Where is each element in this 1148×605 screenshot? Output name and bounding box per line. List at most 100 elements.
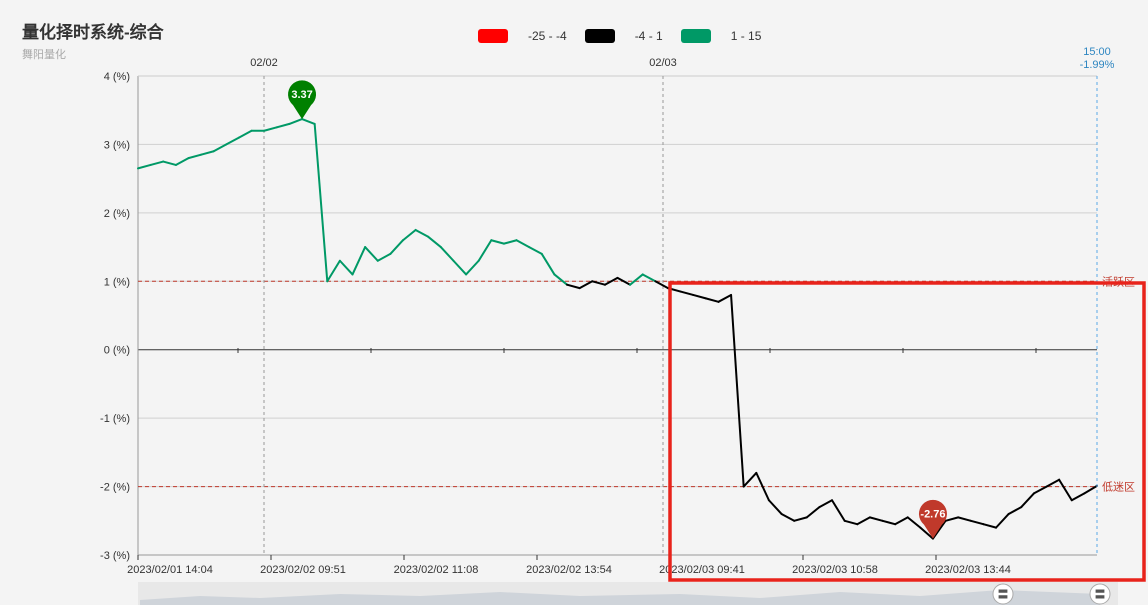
y-tick-label: 4 (%): [104, 71, 130, 83]
series-segment: [1045, 478, 1061, 488]
series-segment: [162, 160, 177, 166]
series-segment: [742, 471, 758, 488]
series-segment: [995, 512, 1010, 529]
series-segment: [313, 122, 329, 283]
series-segment: [376, 252, 392, 262]
series-segment: [906, 516, 922, 529]
series-segment: [868, 516, 884, 522]
day-marker-label: 02/02: [250, 57, 278, 69]
series-segment: [881, 519, 897, 526]
day-marker-label: 02/03: [649, 57, 677, 69]
series-segment: [389, 239, 404, 255]
x-tick-label: 2023/02/03 13:44: [925, 564, 1011, 576]
series-segment: [553, 273, 569, 286]
series-segment: [818, 499, 834, 509]
zone-lines: 活跃区低迷区: [138, 274, 1135, 494]
highlight-box: [668, 281, 1146, 582]
series-segment: [629, 273, 644, 286]
y-tick-label: 0 (%): [104, 345, 130, 357]
series-segment: [263, 126, 278, 132]
series-segment: [692, 293, 707, 300]
series-segment: [401, 228, 417, 242]
crosshair: 15:00-1.99%: [1080, 46, 1115, 555]
series-segment: [465, 259, 480, 276]
grid: [137, 75, 1097, 556]
series-segment: [1058, 478, 1073, 502]
series-segment: [225, 136, 240, 146]
extreme-markers: 3.37 -2.76: [288, 80, 947, 539]
x-tick-label: 2023/02/01 14:04: [127, 564, 213, 576]
crosshair-time: 15:00: [1083, 46, 1111, 58]
day-markers: 02/02 02/03: [250, 57, 677, 555]
x-tick-label: 2023/02/03 10:58: [792, 564, 878, 576]
x-tick-label: 2023/02/02 09:51: [260, 564, 346, 576]
series-segment: [831, 499, 846, 522]
series-segment: [439, 246, 455, 262]
series-segment: [793, 516, 808, 522]
chart-canvas[interactable]: 4 (%) 3 (%) 2 (%) 1 (%) 0 (%) -1 (%) -2 (%) -3 …: [0, 0, 1148, 605]
y-tick-label: -2 (%): [100, 482, 130, 494]
slider-handle-right-glyph: 〓: [1095, 589, 1106, 601]
series-segment: [187, 153, 203, 160]
y-axis: 4 (%) 3 (%) 2 (%) 1 (%) 0 (%) -1 (%) -2 (%) -3 …: [100, 71, 130, 562]
y-tick-label: 3 (%): [104, 139, 130, 151]
series-segment: [477, 239, 493, 262]
series-segment: [856, 516, 871, 526]
series-segment: [1020, 492, 1035, 509]
series-segment: [288, 118, 304, 125]
series-segment: [528, 246, 543, 255]
series-segment: [578, 280, 594, 290]
series-segment: [843, 519, 859, 526]
series-segment: [1007, 506, 1023, 515]
series-segment: [717, 293, 733, 303]
series-segment: [566, 283, 581, 290]
series-segment: [237, 129, 253, 139]
series-segment: [767, 499, 783, 515]
series-segment: [326, 259, 341, 283]
series-segment: [704, 297, 720, 303]
series-segment: [780, 512, 796, 522]
series-segment: [654, 280, 669, 290]
series-segment: [969, 519, 985, 526]
series-segment: [805, 506, 821, 519]
series-lines: [137, 118, 1098, 540]
series-segment: [301, 118, 316, 125]
x-tick-label: 2023/02/03 09:41: [659, 564, 745, 576]
series-segment: [730, 293, 745, 488]
series-segment: [591, 280, 606, 286]
series-segment: [957, 516, 972, 522]
max-marker-label: 3.37: [291, 89, 312, 101]
series-segment: [174, 157, 190, 166]
series-segment: [414, 228, 430, 238]
series-segment: [452, 259, 468, 276]
series-segment: [679, 290, 695, 296]
series-segment: [641, 273, 657, 283]
series-segment: [515, 239, 531, 249]
series-segment: [894, 516, 909, 526]
series-segment: [149, 160, 165, 166]
series-segment: [427, 235, 442, 249]
series-segment: [1032, 485, 1048, 495]
series-segment: [200, 150, 215, 156]
series-segment: [364, 246, 379, 262]
series-segment: [137, 163, 152, 170]
series-segment: [275, 122, 291, 129]
series-segment: [212, 143, 228, 153]
y-tick-label: -3 (%): [100, 550, 130, 562]
series-segment: [540, 252, 556, 276]
lower-zone-label: 低迷区: [1102, 481, 1135, 494]
series-segment: [982, 523, 998, 529]
series-segment: [490, 239, 505, 245]
min-marker-label: -2.76: [920, 509, 945, 521]
series-segment: [944, 516, 960, 522]
crosshair-value: -1.99%: [1080, 59, 1115, 71]
series-segment: [351, 246, 367, 276]
slider-handle-left-glyph: 〓: [998, 589, 1009, 601]
zoom-slider: 〓 〓: [138, 582, 1118, 605]
series-segment: [502, 239, 518, 245]
y-tick-label: 2 (%): [104, 208, 130, 220]
series-segment: [338, 259, 354, 276]
y-tick-label: 1 (%): [104, 276, 130, 288]
series-segment: [1070, 492, 1086, 502]
x-tick-label: 2023/02/02 13:54: [526, 564, 612, 576]
